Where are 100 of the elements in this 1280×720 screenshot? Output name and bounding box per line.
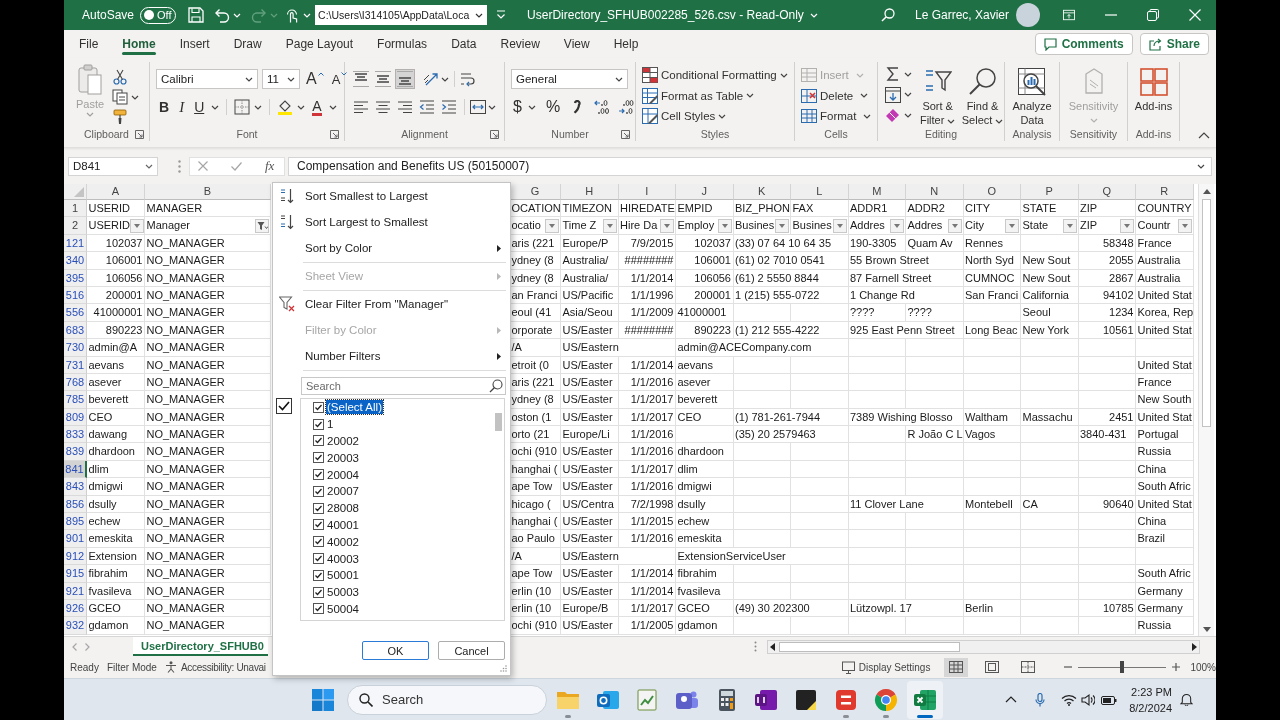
empty-cell[interactable] <box>1021 460 1079 479</box>
empty-cell[interactable] <box>1078 513 1136 531</box>
filter-value-label[interactable]: 50004 <box>326 601 360 616</box>
align-right-icon[interactable] <box>397 99 413 115</box>
ribbon-tab[interactable]: Data <box>439 30 489 58</box>
empty-cell[interactable] <box>1021 426 1079 444</box>
caret-icon[interactable] <box>254 104 263 110</box>
empty-cell[interactable] <box>848 582 906 600</box>
empty-cell[interactable] <box>733 530 791 548</box>
align-left-icon[interactable] <box>353 99 369 115</box>
empty-cell[interactable] <box>1021 373 1079 392</box>
align-bottom-button[interactable] <box>395 69 415 89</box>
eraser-icon[interactable] <box>885 107 901 123</box>
empty-cell[interactable] <box>1021 513 1079 531</box>
empty-cell[interactable] <box>906 582 964 600</box>
filter-value-label[interactable]: (Select All) <box>326 400 383 415</box>
font-size-dropdown[interactable]: 11 <box>262 69 300 89</box>
delete-button[interactable]: Delete <box>801 85 877 106</box>
empty-cell[interactable] <box>906 339 964 357</box>
empty-cell[interactable] <box>848 617 906 635</box>
sort-filter-button[interactable]: Sort & Filter <box>916 64 960 127</box>
shrink-font-button[interactable]: A <box>329 69 350 89</box>
align-middle-button[interactable] <box>373 69 393 89</box>
italic-button[interactable]: I <box>176 97 188 117</box>
empty-cell[interactable] <box>848 460 906 479</box>
filter-value-label[interactable]: 40002 <box>326 534 360 549</box>
empty-cell[interactable] <box>963 582 1021 600</box>
cancel-button[interactable]: Cancel <box>438 641 505 660</box>
empty-cell[interactable] <box>1078 391 1136 409</box>
empty-cell[interactable] <box>733 495 791 514</box>
empty-cell[interactable] <box>1021 478 1079 496</box>
row-header[interactable]: 785 <box>64 391 87 409</box>
dialog-launcher-icon[interactable] <box>135 129 144 139</box>
ribbon-tab[interactable]: Page Layout <box>273 30 366 58</box>
previous-sheet-icon[interactable] <box>72 642 77 651</box>
row-header[interactable]: 730 <box>64 339 87 357</box>
zoom-level-text[interactable]: 100% <box>1190 661 1216 673</box>
checkbox[interactable] <box>313 452 324 464</box>
empty-cell[interactable] <box>733 513 791 531</box>
empty-cell[interactable] <box>1021 547 1079 566</box>
empty-cell[interactable] <box>848 478 906 496</box>
increase-indent-icon[interactable] <box>441 99 457 115</box>
checkbox[interactable] <box>313 401 324 413</box>
empty-cell[interactable] <box>1021 530 1079 548</box>
filter-dropdown-button[interactable] <box>1120 218 1134 233</box>
empty-cell[interactable] <box>1078 356 1136 374</box>
empty-cell[interactable] <box>791 530 849 548</box>
empty-cell[interactable] <box>1078 617 1136 635</box>
grow-font-button[interactable]: A <box>304 69 326 89</box>
empty-cell[interactable] <box>1078 547 1136 566</box>
comments-button[interactable]: Comments <box>1034 33 1133 55</box>
dialog-launcher-icon[interactable] <box>330 129 339 139</box>
filter-value-label[interactable]: 20004 <box>326 467 360 482</box>
empty-cell[interactable] <box>733 373 791 392</box>
caret-icon[interactable] <box>131 94 139 100</box>
search-icon[interactable] <box>880 8 895 22</box>
caret-icon[interactable] <box>527 104 536 110</box>
empty-cell[interactable] <box>963 443 1021 461</box>
scroll-left-arrow-icon[interactable] <box>770 642 775 651</box>
empty-cell[interactable] <box>848 373 906 392</box>
ribbon-tab[interactable]: Formulas <box>365 30 440 58</box>
horizontal-scrollbar[interactable] <box>767 639 1200 654</box>
filter-dropdown-button[interactable] <box>947 218 962 233</box>
empty-cell[interactable] <box>1021 234 1079 253</box>
column-header[interactable]: L <box>791 184 849 200</box>
empty-cell[interactable] <box>1136 339 1194 357</box>
empty-cell[interactable] <box>963 339 1021 357</box>
select-all-button[interactable] <box>64 184 87 200</box>
column-header[interactable]: Q <box>1078 184 1136 200</box>
empty-cell[interactable] <box>791 356 849 374</box>
sheet-tab[interactable]: UserDirectory_SFHUB0 <box>133 637 268 656</box>
dialog-launcher-icon[interactable] <box>621 129 630 139</box>
row-header[interactable]: 340 <box>64 252 87 270</box>
empty-cell[interactable] <box>963 547 1021 566</box>
column-header[interactable]: O <box>963 184 1021 200</box>
filter-dropdown-button[interactable] <box>1177 218 1192 233</box>
empty-cell[interactable] <box>733 443 791 461</box>
empty-cell[interactable] <box>906 547 964 566</box>
empty-cell[interactable] <box>906 373 964 392</box>
empty-cell[interactable] <box>963 391 1021 409</box>
empty-cell[interactable] <box>1078 339 1136 357</box>
analyze-data-button[interactable]: Analyze Data <box>1007 64 1057 127</box>
empty-cell[interactable] <box>963 356 1021 374</box>
empty-cell[interactable] <box>906 391 964 409</box>
empty-cell[interactable] <box>963 478 1021 496</box>
filter-dropdown-button[interactable] <box>775 218 789 233</box>
empty-cell[interactable] <box>1078 373 1136 392</box>
checkbox[interactable] <box>313 469 324 481</box>
clock-time[interactable]: 2:23 PM <box>1131 683 1172 700</box>
empty-cell[interactable] <box>1021 582 1079 600</box>
format-painter-icon[interactable] <box>112 109 128 125</box>
fill-bucket-icon[interactable] <box>277 99 294 115</box>
caret-icon[interactable] <box>488 104 496 110</box>
ribbon-tab[interactable]: File <box>67 30 111 58</box>
zoom-out-icon[interactable] <box>1064 663 1073 671</box>
row-header[interactable]: 833 <box>64 426 87 444</box>
filter-value-label[interactable]: 50001 <box>326 568 360 583</box>
row-header[interactable]: 932 <box>64 617 87 635</box>
file-path-dropdown[interactable]: C:\Users\I314105\AppData\Loca <box>315 5 488 25</box>
text-orientation-icon[interactable] <box>423 71 439 87</box>
